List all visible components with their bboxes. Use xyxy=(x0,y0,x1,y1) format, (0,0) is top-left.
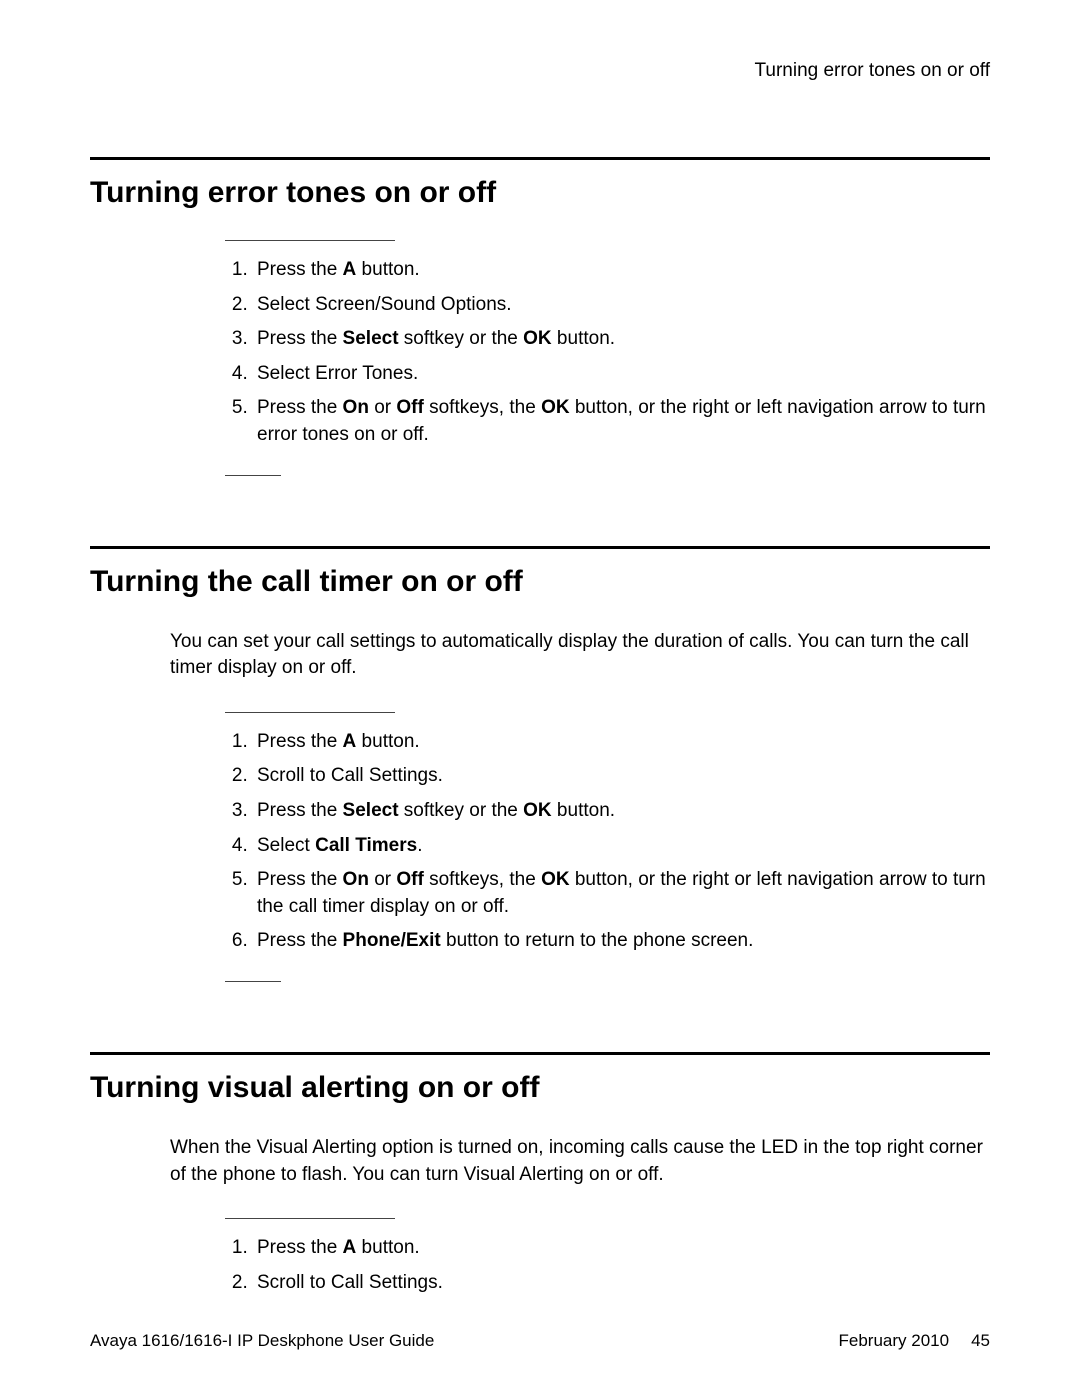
section-call-timer: Turning the call timer on or off You can… xyxy=(90,546,990,982)
section-divider xyxy=(90,157,990,160)
steps-divider-top xyxy=(225,712,395,713)
footer-date: February 2010 xyxy=(839,1331,950,1351)
step-item: Press the Phone/Exit button to return to… xyxy=(253,928,990,955)
page: Turning error tones on or off Turning er… xyxy=(0,0,1080,1397)
steps-list: Press the A button. Select Screen/Sound O… xyxy=(225,257,990,449)
steps-divider-bottom xyxy=(225,475,281,476)
step-item: Press the A button. xyxy=(253,729,990,756)
step-item: Press the Select softkey or the OK butto… xyxy=(253,326,990,353)
steps-divider-top xyxy=(225,1218,395,1219)
section-divider xyxy=(90,1052,990,1055)
section-intro: You can set your call settings to automa… xyxy=(170,629,990,682)
step-item: Press the Select softkey or the OK butto… xyxy=(253,798,990,825)
step-item: Select Screen/Sound Options. xyxy=(253,292,990,319)
step-item: Press the On or Off softkeys, the OK but… xyxy=(253,395,990,448)
step-item: Select Error Tones. xyxy=(253,361,990,388)
step-item: Scroll to Call Settings. xyxy=(253,763,990,790)
steps-divider-top xyxy=(225,240,395,241)
section-title: Turning error tones on or off xyxy=(90,176,990,210)
step-item: Press the On or Off softkeys, the OK but… xyxy=(253,867,990,920)
step-item: Press the A button. xyxy=(253,257,990,284)
footer-page-number: 45 xyxy=(971,1331,990,1351)
section-visual-alerting: Turning visual alerting on or off When t… xyxy=(90,1052,990,1296)
footer-left: Avaya 1616/1616-I IP Deskphone User Guid… xyxy=(90,1331,434,1351)
steps-list: Press the A button. Scroll to Call Settin… xyxy=(225,1235,990,1296)
steps-list: Press the A button. Scroll to Call Settin… xyxy=(225,729,990,955)
running-header: Turning error tones on or off xyxy=(90,60,990,82)
section-intro: When the Visual Alerting option is turne… xyxy=(170,1135,990,1188)
step-item: Select Call Timers. xyxy=(253,833,990,860)
step-item: Press the A button. xyxy=(253,1235,990,1262)
page-footer: Avaya 1616/1616-I IP Deskphone User Guid… xyxy=(90,1331,990,1351)
step-item: Scroll to Call Settings. xyxy=(253,1270,990,1297)
section-error-tones: Turning error tones on or off Press the … xyxy=(90,157,990,476)
section-divider xyxy=(90,546,990,549)
steps-divider-bottom xyxy=(225,981,281,982)
section-title: Turning visual alerting on or off xyxy=(90,1071,990,1105)
section-title: Turning the call timer on or off xyxy=(90,565,990,599)
